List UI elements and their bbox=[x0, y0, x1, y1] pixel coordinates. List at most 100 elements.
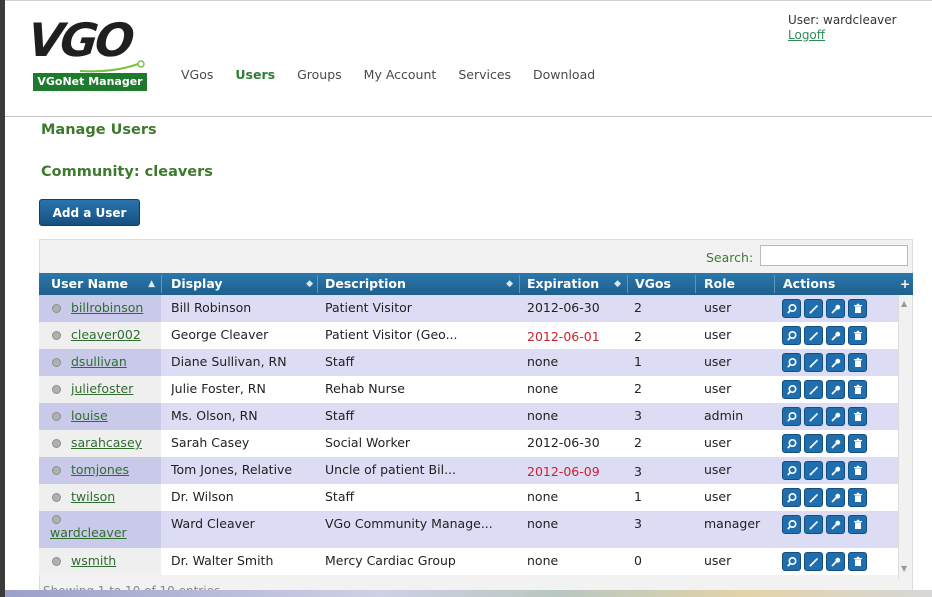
table-row[interactable]: louise Ms. Olson, RN Staff none 3 admin bbox=[39, 403, 901, 430]
user-name-cell: twilson bbox=[39, 484, 161, 511]
view-user-button[interactable] bbox=[782, 434, 801, 453]
edit-user-button[interactable] bbox=[804, 353, 823, 372]
table-row[interactable]: dsullivan Diane Sullivan, RN Staff none 1 use… bbox=[39, 349, 901, 376]
edit-user-button[interactable] bbox=[804, 380, 823, 399]
edit-user-button[interactable] bbox=[804, 552, 823, 571]
trash-user-button[interactable] bbox=[848, 326, 867, 345]
col-display[interactable]: Display ◆ bbox=[171, 273, 319, 295]
sort-both-icon: ◆ bbox=[306, 279, 313, 289]
edit-user-button[interactable] bbox=[804, 407, 823, 426]
actions-cell bbox=[782, 403, 892, 430]
edit-user-button[interactable] bbox=[804, 299, 823, 318]
key-user-button[interactable] bbox=[826, 434, 845, 453]
view-user-button[interactable] bbox=[782, 461, 801, 480]
trash-user-button[interactable] bbox=[848, 353, 867, 372]
view-user-button[interactable] bbox=[782, 488, 801, 507]
trash-user-button[interactable] bbox=[848, 380, 867, 399]
view-user-button[interactable] bbox=[782, 407, 801, 426]
trash-user-button[interactable] bbox=[848, 515, 867, 534]
col-role[interactable]: Role bbox=[704, 273, 774, 295]
user-name-link[interactable]: sarahcasey bbox=[71, 435, 142, 450]
view-user-button[interactable] bbox=[782, 515, 801, 534]
trash-user-button[interactable] bbox=[848, 552, 867, 571]
key-user-button[interactable] bbox=[826, 488, 845, 507]
logoff-link[interactable]: Logoff bbox=[788, 28, 897, 43]
user-name-cell: sarahcasey bbox=[39, 430, 161, 457]
search-input[interactable] bbox=[760, 245, 908, 266]
col-description[interactable]: Description ◆ bbox=[325, 273, 519, 295]
key-user-button[interactable] bbox=[826, 461, 845, 480]
trash-user-button[interactable] bbox=[848, 434, 867, 453]
key-user-button[interactable] bbox=[826, 353, 845, 372]
trash-user-button[interactable] bbox=[848, 488, 867, 507]
vgos-count-cell: 3 bbox=[634, 464, 642, 479]
key-user-button[interactable] bbox=[826, 299, 845, 318]
nav-download[interactable]: Download bbox=[533, 67, 595, 83]
table-row[interactable]: twilson Dr. Wilson Staff none 1 user bbox=[39, 484, 901, 511]
user-name-link[interactable]: wsmith bbox=[71, 553, 116, 568]
display-cell: Diane Sullivan, RN bbox=[171, 354, 287, 369]
key-user-button[interactable] bbox=[826, 515, 845, 534]
expiration-cell: none bbox=[527, 381, 559, 396]
user-name-link[interactable]: twilson bbox=[71, 489, 115, 504]
sort-both-icon: ◆ bbox=[614, 279, 621, 289]
table-row[interactable]: tomjones Tom Jones, Relative Uncle of pati… bbox=[39, 457, 901, 484]
user-name-link[interactable]: juliefoster bbox=[71, 381, 133, 396]
scroll-down-icon[interactable]: ▼ bbox=[901, 564, 907, 573]
add-user-button[interactable]: Add a User bbox=[39, 199, 140, 226]
table-row[interactable]: cleaver002 George Cleaver Patient Visitor … bbox=[39, 322, 901, 349]
nav-services[interactable]: Services bbox=[458, 67, 511, 83]
edit-user-button[interactable] bbox=[804, 515, 823, 534]
view-user-button[interactable] bbox=[782, 299, 801, 318]
table-row[interactable]: wardcleaver Ward Cleaver VGo Community Man… bbox=[39, 511, 901, 548]
expiration-cell: none bbox=[527, 516, 559, 531]
description-cell: Staff bbox=[325, 489, 355, 504]
edit-user-button[interactable] bbox=[804, 434, 823, 453]
view-user-button[interactable] bbox=[782, 380, 801, 399]
key-user-button[interactable] bbox=[826, 326, 845, 345]
key-user-button[interactable] bbox=[826, 552, 845, 571]
view-user-button[interactable] bbox=[782, 326, 801, 345]
key-user-button[interactable] bbox=[826, 407, 845, 426]
trash-user-button[interactable] bbox=[848, 299, 867, 318]
table-row[interactable]: sarahcasey Sarah Casey Social Worker 2012-0… bbox=[39, 430, 901, 457]
nav-vgos[interactable]: VGos bbox=[181, 67, 213, 83]
nav-groups[interactable]: Groups bbox=[297, 67, 342, 83]
table-row[interactable]: juliefoster Julie Foster, RN Rehab Nurse no… bbox=[39, 376, 901, 403]
col-user-name[interactable]: User Name ▲ bbox=[51, 273, 161, 295]
view-user-button[interactable] bbox=[782, 353, 801, 372]
user-name-link[interactable]: billrobinson bbox=[71, 300, 143, 315]
col-vgos[interactable]: VGos bbox=[635, 273, 695, 295]
user-name-link[interactable]: dsullivan bbox=[71, 354, 127, 369]
edit-user-button[interactable] bbox=[804, 461, 823, 480]
user-name-link[interactable]: louise bbox=[71, 408, 108, 423]
user-name-link[interactable]: tomjones bbox=[71, 462, 129, 477]
vgos-count-cell: 3 bbox=[634, 516, 642, 531]
edit-user-button[interactable] bbox=[804, 488, 823, 507]
trash-user-button[interactable] bbox=[848, 461, 867, 480]
presence-status-icon bbox=[52, 493, 61, 502]
user-name-link[interactable]: cleaver002 bbox=[71, 327, 141, 342]
table-scrollbar[interactable]: ▲ ▼ bbox=[898, 295, 912, 579]
user-name-link[interactable]: wardcleaver bbox=[50, 525, 127, 540]
nav-my-account[interactable]: My Account bbox=[364, 67, 437, 83]
description-cell: Staff bbox=[325, 354, 355, 369]
view-user-button[interactable] bbox=[782, 552, 801, 571]
scroll-up-icon[interactable]: ▲ bbox=[901, 299, 907, 308]
display-cell: Ms. Olson, RN bbox=[171, 408, 258, 423]
user-name-cell: louise bbox=[39, 403, 161, 430]
edit-user-button[interactable] bbox=[804, 326, 823, 345]
description-cell: Uncle of patient Bil... bbox=[325, 462, 456, 477]
table-row[interactable]: wsmith Dr. Walter Smith Mercy Cardiac Grou… bbox=[39, 548, 901, 575]
presence-status-icon bbox=[52, 557, 61, 566]
key-user-button[interactable] bbox=[826, 380, 845, 399]
trash-user-button[interactable] bbox=[848, 407, 867, 426]
table-row[interactable]: billrobinson Bill Robinson Patient Visitor… bbox=[39, 295, 901, 322]
current-user-label: User: wardcleaver bbox=[788, 13, 897, 27]
col-expiration[interactable]: Expiration ◆ bbox=[527, 273, 627, 295]
actions-cell bbox=[782, 511, 892, 538]
presence-status-icon bbox=[52, 304, 61, 313]
expand-columns-icon[interactable]: + bbox=[898, 273, 912, 295]
description-cell: Mercy Cardiac Group bbox=[325, 553, 456, 568]
nav-users[interactable]: Users bbox=[235, 67, 275, 83]
